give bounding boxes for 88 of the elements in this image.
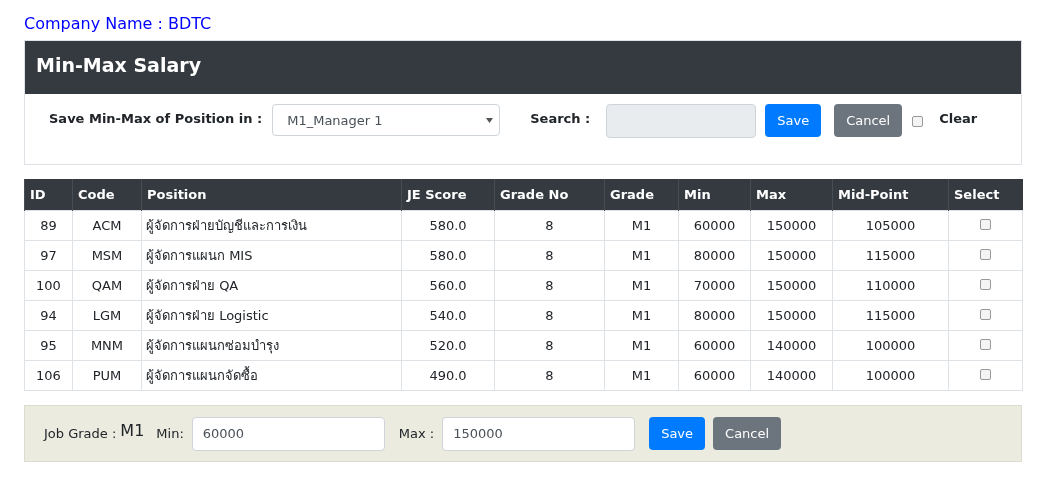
table-cell: 520.0 [401, 330, 495, 361]
table-cell: 115000 [832, 240, 949, 271]
checkbox[interactable] [980, 369, 991, 380]
field-label: Max : [398, 426, 435, 441]
table-cell: PUM [72, 360, 142, 391]
table-cell: 100 [24, 270, 73, 301]
table-cell: M1 [604, 360, 679, 391]
table-cell: 140000 [750, 360, 833, 391]
save-button[interactable]: Save [649, 417, 706, 450]
table-cell: ผู้จัดการแผนก MIS [141, 240, 402, 271]
table-cell: 8 [494, 360, 605, 391]
table-cell: 8 [494, 330, 605, 361]
max-field[interactable]: 150000 [442, 416, 636, 451]
table-cell: 8 [494, 270, 605, 301]
table-cell: 80000 [678, 240, 751, 271]
checkbox-label: Clear [939, 111, 978, 126]
table-cell: 80000 [678, 300, 751, 331]
column-header: ID [24, 179, 73, 211]
table-cell: 106 [24, 360, 73, 391]
table-cell: QAM [72, 270, 142, 301]
table-cell: 150000 [750, 300, 833, 331]
caret-icon [486, 117, 494, 123]
table-cell: 105000 [832, 210, 949, 241]
table-cell: 89 [24, 210, 73, 241]
column-header: Max [750, 179, 833, 211]
table-cell: 97 [24, 240, 73, 271]
table-cell: 560.0 [401, 270, 495, 301]
column-header: JE Score [401, 179, 495, 211]
table-cell: 150000 [750, 270, 833, 301]
column-header: Position [141, 179, 402, 211]
save-button[interactable]: Save [765, 104, 822, 137]
table-cell: 8 [494, 300, 605, 331]
grade-value: M1 [120, 421, 145, 440]
table-cell: 580.0 [401, 240, 495, 271]
table-cell: 110000 [832, 270, 949, 301]
table-cell: 540.0 [401, 300, 495, 331]
table-cell: 70000 [678, 270, 751, 301]
table-cell: M1 [604, 210, 679, 241]
table-cell: 150000 [750, 240, 833, 271]
table-cell: MNM [72, 330, 142, 361]
column-header: Select [948, 179, 1023, 211]
table-cell: 140000 [750, 330, 833, 361]
table-cell: M1 [604, 330, 679, 361]
table-cell: 150000 [750, 210, 833, 241]
table-cell: LGM [72, 300, 142, 331]
panel-header: Min-Max Salary [25, 41, 1021, 94]
column-header: Code [72, 179, 142, 211]
table-cell: ผู้จัดการฝ่ายบัญชีและการเงิน [141, 210, 402, 241]
field-label: Min: [156, 426, 184, 441]
table-cell: ผู้จัดการฝ่าย Logistic [141, 300, 402, 331]
table-cell: 8 [494, 210, 605, 241]
field-label: Save Min-Max of Position in : [49, 111, 263, 126]
table-cell: 60000 [678, 210, 751, 241]
company-name: Company Name : BDTC [24, 14, 212, 33]
table-cell: MSM [72, 240, 142, 271]
checkbox[interactable] [980, 309, 991, 320]
checkbox[interactable] [912, 116, 924, 127]
table-cell: ผู้จัดการแผนกจัดซื้อ [141, 360, 402, 391]
position-select[interactable]: M1_Manager 1 [272, 104, 501, 136]
table-cell: ผู้จัดการฝ่าย QA [141, 270, 402, 301]
table-cell: M1 [604, 240, 679, 271]
table-cell: 115000 [832, 300, 949, 331]
column-header: Grade No [494, 179, 605, 211]
field-label: Search : [530, 111, 591, 126]
table-cell: 100000 [832, 330, 949, 361]
column-header: Grade [604, 179, 679, 211]
column-header: Mid-Point [832, 179, 949, 211]
table-cell: 100000 [832, 360, 949, 391]
checkbox[interactable] [980, 219, 991, 230]
table-cell: 490.0 [401, 360, 495, 391]
table-cell: M1 [604, 300, 679, 331]
checkbox[interactable] [980, 249, 991, 260]
table-cell: 60000 [678, 330, 751, 361]
table-cell: ACM [72, 210, 142, 241]
field-label: Job Grade : [44, 426, 117, 441]
table-cell: M1 [604, 270, 679, 301]
table-cell: 95 [24, 330, 73, 361]
table-cell: 8 [494, 240, 605, 271]
cancel-button[interactable]: Cancel [713, 417, 782, 450]
table-cell: 94 [24, 300, 73, 331]
table-cell: 60000 [678, 360, 751, 391]
checkbox[interactable] [980, 339, 991, 350]
table-cell: 580.0 [401, 210, 495, 241]
column-header: Min [678, 179, 751, 211]
cancel-button[interactable]: Cancel [834, 104, 903, 137]
checkbox[interactable] [980, 279, 991, 290]
min-field[interactable]: 60000 [191, 416, 385, 451]
table-cell: ผู้จัดการแผนกซ่อมบำรุง [141, 330, 402, 361]
